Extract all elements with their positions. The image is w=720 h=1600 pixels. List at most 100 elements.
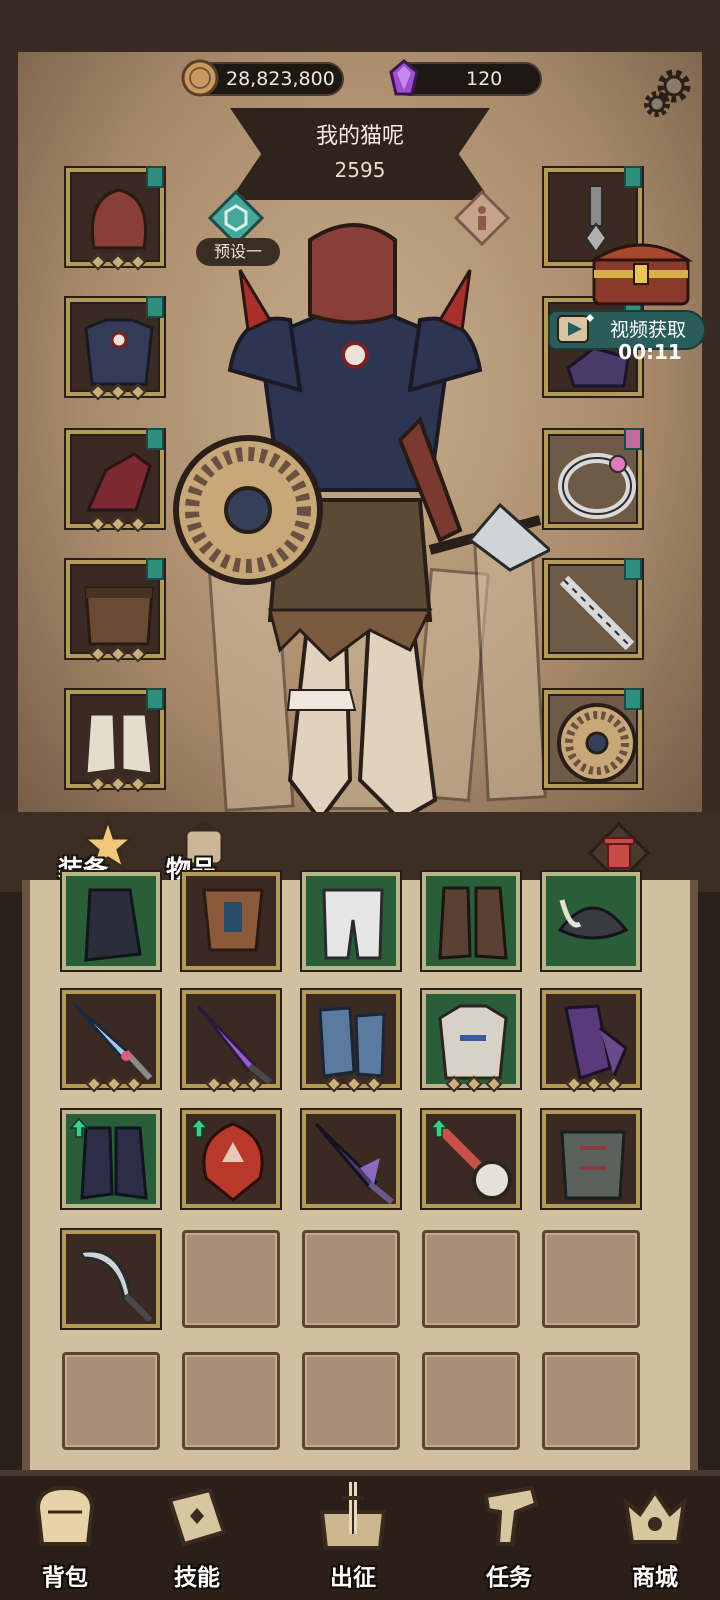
shop-crown-icon [623, 1488, 687, 1544]
socket-gems [89, 775, 147, 793]
inventory-slot-empty[interactable] [182, 1230, 280, 1328]
crystal-icon [389, 59, 419, 96]
inventory-slot[interactable] [542, 1110, 640, 1208]
inventory-slot[interactable] [422, 872, 520, 970]
inventory-slot-empty[interactable] [62, 1352, 160, 1450]
nav-label: 任务 [486, 1565, 532, 1591]
scroll-icon [483, 1485, 539, 1546]
upgrade-arrow-icon [70, 1118, 88, 1138]
sword-map-icon [319, 1482, 387, 1550]
inventory-slot[interactable] [182, 1110, 280, 1208]
inventory-slot-empty[interactable] [422, 1230, 520, 1328]
inventory-slot[interactable] [182, 872, 280, 970]
plate-armor-icon [560, 1130, 626, 1200]
socket-gems [325, 1075, 383, 1093]
equipped-tag [146, 166, 164, 188]
equip-slot-ring[interactable] [544, 428, 642, 528]
chest-armor-icon [84, 318, 154, 386]
socket-gems [85, 1075, 143, 1093]
inventory-slot[interactable] [182, 990, 280, 1093]
equipped-tag [624, 428, 642, 450]
hero-name[interactable]: 我的猫呢 [230, 118, 490, 150]
nav-label: 背包 [42, 1565, 88, 1591]
coin-icon [181, 59, 219, 97]
hero-character [173, 223, 550, 824]
coin-amount: 28,823,800 [226, 68, 335, 90]
equip-slot-gloves[interactable] [66, 428, 164, 533]
inventory-slot[interactable] [62, 1230, 160, 1328]
equip-slot-boots[interactable] [66, 688, 164, 793]
equipped-tag [624, 558, 642, 580]
bone-mace-icon [559, 575, 635, 651]
shield-icon [557, 703, 637, 783]
equipped-tag [146, 688, 164, 710]
nav-shop[interactable]: 商城 [600, 1478, 710, 1600]
inventory-slot[interactable] [422, 990, 520, 1093]
leather-boots-icon [438, 886, 508, 960]
nav-label: 技能 [174, 1565, 220, 1591]
hero-power: 2595 [334, 158, 386, 182]
bone-armor-icon [438, 1004, 508, 1080]
equip-slot-belt[interactable] [66, 558, 164, 663]
purple-dagger-icon [196, 1004, 272, 1084]
gem-counter[interactable]: 120 [389, 59, 542, 96]
socket-gems [89, 253, 147, 271]
inventory-slot-empty[interactable] [542, 1230, 640, 1328]
equip-slot-helmet[interactable] [66, 166, 164, 271]
upgrade-arrow-icon [430, 1118, 448, 1138]
socket-gems [565, 1075, 623, 1093]
video-play-icon [557, 314, 594, 343]
white-pants-icon [322, 888, 384, 960]
inventory-slot-empty[interactable] [542, 1352, 640, 1450]
helmet-icon [90, 188, 148, 250]
gem-amount: 120 [466, 68, 503, 90]
inventory-slot[interactable] [62, 990, 160, 1093]
blue-gauntlets-icon [318, 1006, 386, 1078]
gauntlets-icon [85, 452, 152, 512]
equip-slot-weapon[interactable] [544, 558, 642, 658]
curved-sword-icon [77, 1249, 153, 1323]
purple-gauntlets-icon [564, 1004, 628, 1080]
inventory-slot[interactable] [542, 872, 640, 970]
backpack-icon [35, 1485, 95, 1546]
dark-blade-icon [314, 1122, 394, 1204]
inventory-slot-empty[interactable] [302, 1352, 400, 1450]
belt-skirt-icon [84, 586, 154, 646]
equip-slot-shield[interactable] [544, 688, 642, 788]
inventory-slot[interactable] [302, 872, 400, 970]
inventory-slot-empty[interactable] [422, 1352, 520, 1450]
settings-gear-icon[interactable] [640, 66, 696, 122]
ice-sword-icon [72, 1002, 153, 1081]
equipped-tag [624, 688, 642, 710]
greaves-icon [84, 888, 142, 962]
nav-backpack[interactable]: 背包 [10, 1478, 120, 1600]
equipped-tag [146, 428, 164, 450]
equipped-tag [624, 166, 642, 188]
nav-expedition[interactable]: 出征 [298, 1478, 408, 1600]
video-reward-timer: 00:11 [618, 340, 682, 364]
inventory-slot[interactable] [542, 990, 640, 1093]
nav-quests[interactable]: 任务 [454, 1478, 564, 1600]
inventory-slot[interactable] [62, 1110, 160, 1208]
ornate-chest-icon [202, 888, 264, 952]
socket-gems [89, 383, 147, 401]
inventory-slot-empty[interactable] [182, 1352, 280, 1450]
treasure-chest-icon[interactable] [586, 230, 696, 310]
boots-icon [84, 712, 154, 776]
socket-gems [205, 1075, 263, 1093]
inventory-slot-empty[interactable] [302, 1230, 400, 1328]
inventory-slot[interactable] [302, 1110, 400, 1208]
upgrade-arrow-icon [190, 1118, 208, 1138]
inventory-slot[interactable] [62, 872, 160, 970]
inventory-slot[interactable] [422, 1110, 520, 1208]
equip-slot-chest[interactable] [66, 296, 164, 401]
socket-gems [445, 1075, 503, 1093]
socket-gems [89, 645, 147, 663]
socket-gems [89, 515, 147, 533]
nav-label: 出征 [330, 1565, 376, 1591]
nav-skills[interactable]: 技能 [142, 1478, 252, 1600]
skill-book-icon [167, 1487, 227, 1547]
inventory-slot[interactable] [302, 990, 400, 1093]
coin-counter[interactable]: 28,823,800 [181, 59, 344, 97]
nav-label: 商城 [632, 1565, 678, 1591]
